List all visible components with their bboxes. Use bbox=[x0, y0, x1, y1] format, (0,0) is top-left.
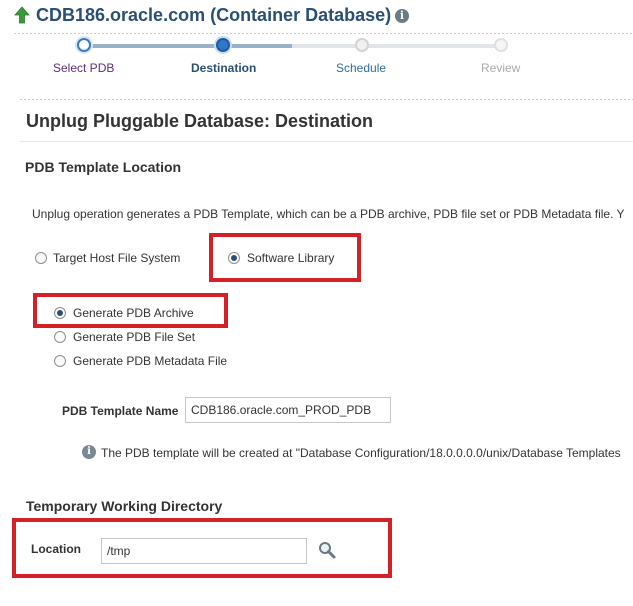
title-divider bbox=[20, 141, 633, 142]
radio-target-host-file-system[interactable] bbox=[35, 252, 47, 264]
step-label-destination: Destination bbox=[191, 61, 257, 75]
train-track-remaining bbox=[292, 44, 502, 48]
template-location-info-text: The PDB template will be created at "Dat… bbox=[101, 446, 621, 460]
train-stop-destination bbox=[216, 38, 230, 52]
step-label-review: Review bbox=[481, 61, 521, 75]
radio-label-generate-pdb-metadata-file[interactable]: Generate PDB Metadata File bbox=[73, 354, 227, 368]
radio-label-target-host-file-system[interactable]: Target Host File System bbox=[53, 251, 180, 265]
pdb-template-name-input[interactable]: CDB186.oracle.com_PROD_PDB bbox=[185, 397, 391, 423]
pdb-template-name-label: PDB Template Name bbox=[62, 404, 179, 418]
highlight-box-working-directory bbox=[12, 518, 392, 578]
header-title: CDB186.oracle.com (Container Database) bbox=[36, 5, 392, 25]
radio-generate-pdb-metadata-file[interactable] bbox=[54, 355, 66, 367]
info-icon[interactable]: i bbox=[395, 9, 409, 23]
info-icon: i bbox=[82, 445, 96, 459]
up-arrow-icon[interactable] bbox=[14, 6, 30, 24]
step-label-schedule[interactable]: Schedule bbox=[336, 61, 386, 75]
header-divider bbox=[14, 33, 633, 34]
template-description: Unplug operation generates a PDB Templat… bbox=[32, 207, 625, 221]
radio-generate-pdb-file-set[interactable] bbox=[54, 331, 66, 343]
step-label-select-pdb[interactable]: Select PDB bbox=[53, 61, 114, 75]
radio-label-generate-pdb-file-set[interactable]: Generate PDB File Set bbox=[73, 330, 195, 344]
page-title: Unplug Pluggable Database: Destination bbox=[26, 111, 374, 131]
train-stop-review bbox=[494, 38, 508, 52]
highlight-box-generate-pdb-archive bbox=[33, 293, 228, 328]
train-stop-select-pdb[interactable] bbox=[77, 38, 91, 52]
section-title-working-directory: Temporary Working Directory bbox=[26, 498, 223, 514]
section-title-template-location: PDB Template Location bbox=[25, 159, 182, 175]
highlight-box-software-library bbox=[209, 233, 361, 282]
train-track-progress bbox=[84, 44, 292, 48]
train-stop-schedule[interactable] bbox=[355, 38, 369, 52]
train-divider bbox=[20, 99, 633, 100]
